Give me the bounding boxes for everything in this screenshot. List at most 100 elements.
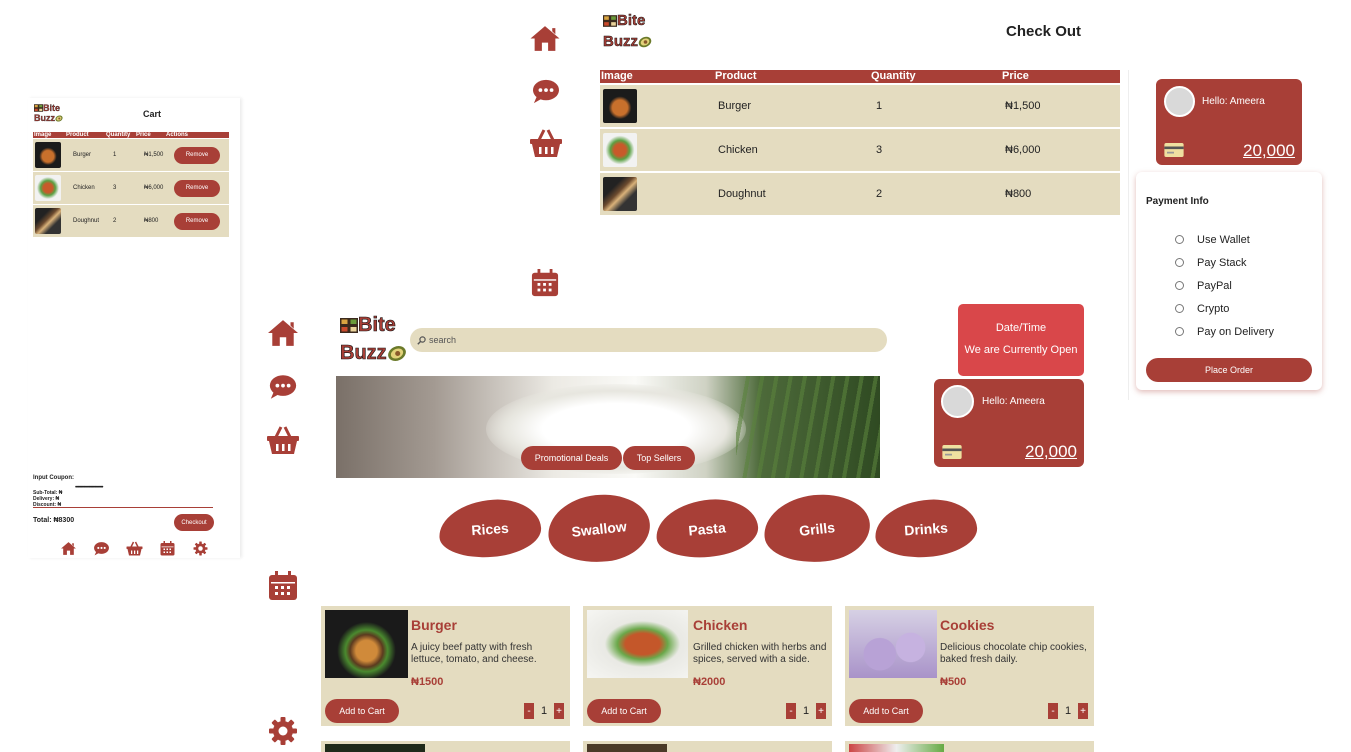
burger-thumbnail xyxy=(35,142,61,168)
promotional-deals-button[interactable]: Promotional Deals xyxy=(521,446,622,470)
chat-icon[interactable] xyxy=(531,78,561,104)
cart-quantity: 3 xyxy=(113,185,117,191)
increment-button[interactable]: + xyxy=(554,703,564,719)
wallet-greeting: Hello: Ameera xyxy=(982,396,1045,407)
calendar-icon[interactable] xyxy=(530,269,560,297)
decrement-button[interactable]: - xyxy=(786,703,796,719)
card-icon xyxy=(941,445,963,459)
remove-button[interactable]: Remove xyxy=(174,212,220,230)
checkout-price: ₦6,000 xyxy=(1005,144,1041,156)
product-name: Burger xyxy=(411,617,457,633)
burger-thumbnail xyxy=(603,89,637,123)
gear-icon[interactable] xyxy=(268,716,298,746)
payment-option-paypal[interactable]: PayPal xyxy=(1175,274,1274,297)
decrement-button[interactable]: - xyxy=(1048,703,1058,719)
place-order-button[interactable]: Place Order xyxy=(1146,358,1312,382)
product-card-cookies: Cookies Delicious chocolate chip cookies… xyxy=(845,606,1094,726)
payment-option-delivery[interactable]: Pay on Delivery xyxy=(1175,320,1274,343)
coupon-label: Input Coupon: xyxy=(33,475,74,481)
col-product: Product xyxy=(66,132,89,138)
avatar xyxy=(941,385,974,418)
checkout-price: ₦800 xyxy=(1005,188,1032,200)
radio-icon[interactable] xyxy=(1175,258,1184,267)
product-price: ₦1500 xyxy=(411,676,444,688)
quantity-value[interactable]: 1 xyxy=(534,705,554,717)
logo-word-1: Bite xyxy=(358,314,396,337)
radio-icon[interactable] xyxy=(1175,304,1184,313)
product-card-partial xyxy=(845,741,1094,752)
gear-icon[interactable] xyxy=(192,541,209,556)
product-card-burger: Burger A juicy beef patty with fresh let… xyxy=(321,606,570,726)
avatar xyxy=(1164,86,1195,117)
add-to-cart-button[interactable]: Add to Cart xyxy=(587,699,661,723)
quantity-stepper: - 1 + xyxy=(524,703,564,719)
payment-option-paystack[interactable]: Pay Stack xyxy=(1175,251,1274,274)
decrement-button[interactable]: - xyxy=(524,703,534,719)
search-input[interactable]: search xyxy=(429,335,456,345)
remove-button[interactable]: Remove xyxy=(174,179,220,197)
top-sellers-button[interactable]: Top Sellers xyxy=(623,446,695,470)
checkout-quantity: 1 xyxy=(876,100,883,112)
home-icon[interactable] xyxy=(265,318,301,348)
wallet-card: Hello: Ameera 20,000 xyxy=(1156,79,1302,165)
checkout-quantity: 3 xyxy=(876,144,883,156)
checkout-title: Check Out xyxy=(1006,23,1082,40)
cart-product: Burger xyxy=(73,152,92,158)
checkout-price: ₦1,500 xyxy=(1005,100,1041,112)
cart-title: Cart xyxy=(143,109,162,119)
cart-product: Chicken xyxy=(73,185,95,191)
chat-icon[interactable] xyxy=(93,541,110,556)
add-to-cart-button[interactable]: Add to Cart xyxy=(325,699,399,723)
add-to-cart-button[interactable]: Add to Cart xyxy=(849,699,923,723)
checkout-product: Chicken xyxy=(718,144,758,156)
remove-button[interactable]: Remove xyxy=(174,146,220,164)
radio-icon[interactable] xyxy=(1175,327,1184,336)
category-drinks[interactable]: Drinks xyxy=(873,496,979,561)
basket-icon[interactable] xyxy=(126,541,143,556)
radio-icon[interactable] xyxy=(1175,235,1184,244)
quantity-stepper: - 1 + xyxy=(786,703,826,719)
quantity-value[interactable]: 1 xyxy=(1058,705,1078,717)
increment-button[interactable]: + xyxy=(1078,703,1088,719)
category-swallow[interactable]: Swallow xyxy=(544,489,654,568)
product-image xyxy=(587,744,667,752)
cart-row: Burger 1 ₦1,500 Remove xyxy=(33,139,229,171)
logo-word-2: Buzz xyxy=(340,342,387,365)
coupon-input[interactable]: ••••••••••••••••••••••••• xyxy=(75,485,103,491)
checkout-product: Doughnut xyxy=(718,188,766,200)
category-pasta[interactable]: Pasta xyxy=(653,495,761,562)
wallet-balance[interactable]: 20,000 xyxy=(1025,442,1077,462)
checkout-divider xyxy=(1128,70,1129,400)
calendar-icon[interactable] xyxy=(267,571,299,601)
cart-quantity: 1 xyxy=(113,152,117,158)
home-icon[interactable] xyxy=(528,24,562,53)
basket-icon[interactable] xyxy=(266,425,300,455)
payment-option-label: Pay on Delivery xyxy=(1197,325,1275,338)
product-card-partial xyxy=(321,741,570,752)
cart-table-header: Image Product Quantity Price Actions xyxy=(33,132,229,138)
category-rices[interactable]: Rices xyxy=(437,496,543,561)
checkout-button[interactable]: Checkout xyxy=(174,514,214,531)
chat-icon[interactable] xyxy=(268,373,298,400)
logo-word-1: Bite xyxy=(43,103,61,113)
category-grills[interactable]: Grills xyxy=(760,489,874,568)
product-description: Grilled chicken with herbs and spices, s… xyxy=(693,642,827,665)
payment-option-crypto[interactable]: Crypto xyxy=(1175,297,1274,320)
checkout-row: Burger 1 ₦1,500 xyxy=(600,85,1120,127)
radio-icon[interactable] xyxy=(1175,281,1184,290)
product-price: ₦500 xyxy=(940,676,967,688)
increment-button[interactable]: + xyxy=(816,703,826,719)
brand-logo: Bite Buzz xyxy=(340,314,407,364)
calendar-icon[interactable] xyxy=(159,541,176,556)
product-description: Delicious chocolate chip cookies, baked … xyxy=(940,642,1087,665)
payment-option-wallet[interactable]: Use Wallet xyxy=(1175,228,1274,251)
wallet-balance[interactable]: 20,000 xyxy=(1243,141,1295,161)
status-box: Date/Time We are Currently Open xyxy=(958,304,1084,376)
basket-icon[interactable] xyxy=(529,128,563,158)
logo-word-2: Buzz xyxy=(34,113,55,123)
home-icon[interactable] xyxy=(60,541,77,556)
quantity-value[interactable]: 1 xyxy=(796,705,816,717)
cart-row: Chicken 3 ₦6,000 Remove xyxy=(33,172,229,204)
payment-option-label: Pay Stack xyxy=(1197,256,1247,269)
search-bar[interactable]: search xyxy=(410,328,887,352)
